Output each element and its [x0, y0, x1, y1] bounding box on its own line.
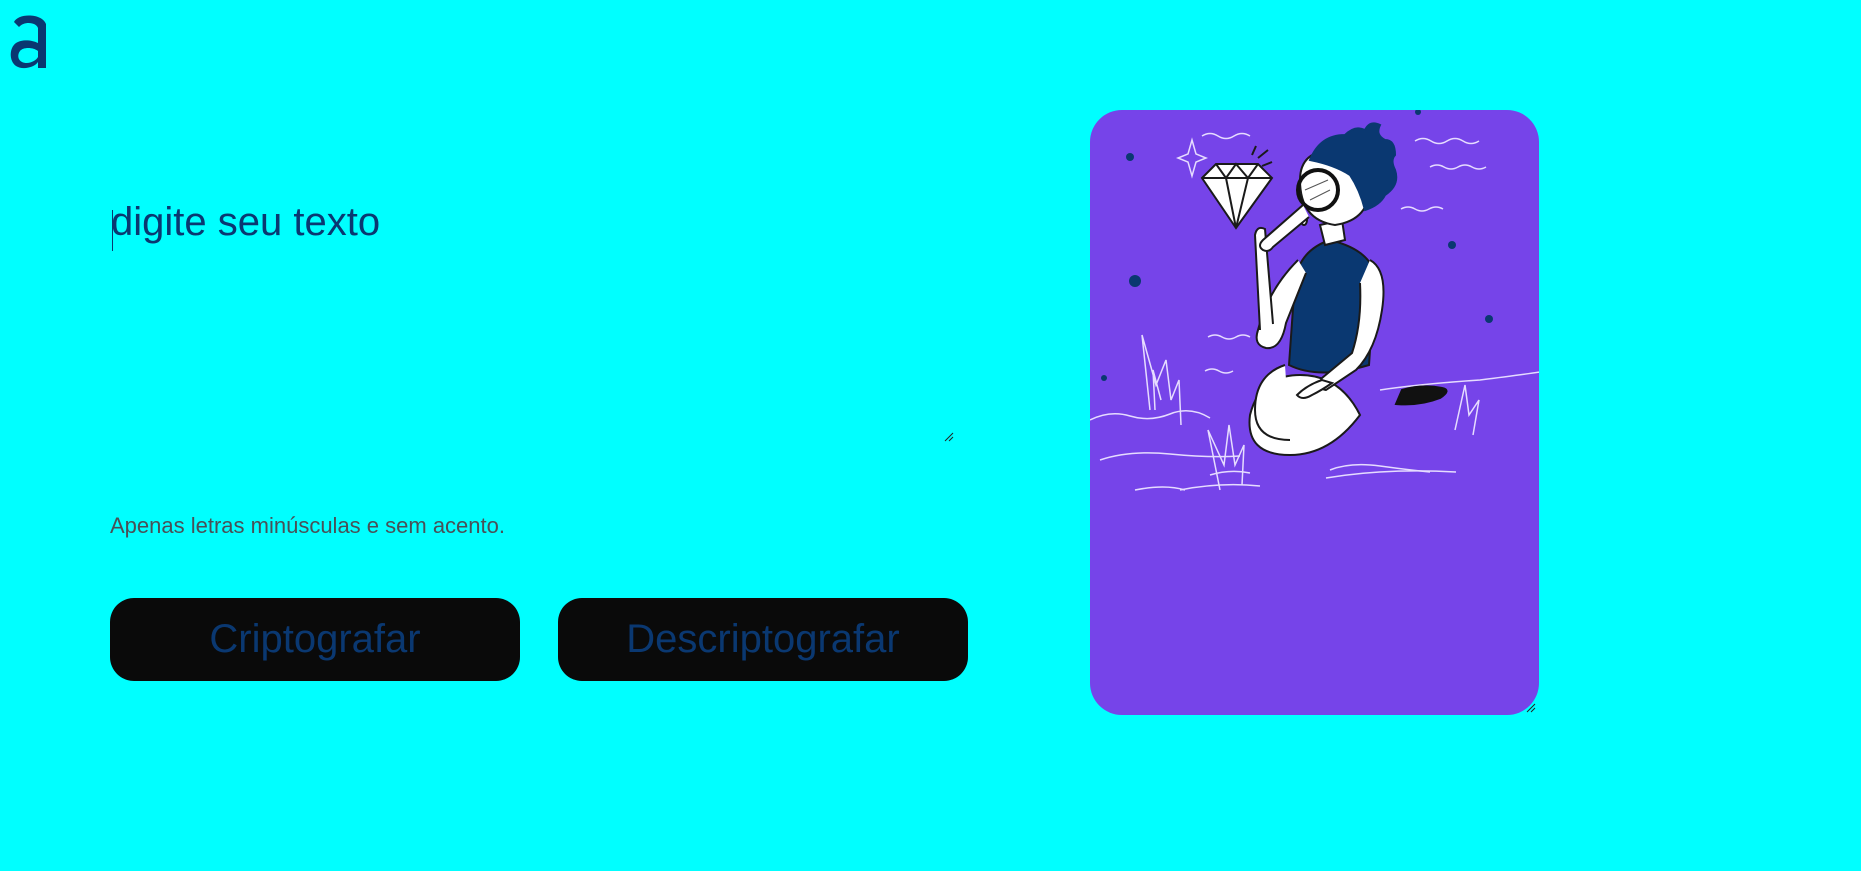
output-panel[interactable] [1090, 110, 1539, 715]
text-caret [112, 210, 113, 251]
app-page: Apenas letras minúsculas e sem acento. C… [0, 0, 1861, 871]
output-resize-handle-icon[interactable] [1526, 703, 1536, 713]
decrypt-button[interactable]: Descriptografar [558, 598, 968, 681]
encrypt-button[interactable]: Criptografar [110, 598, 520, 681]
person-with-magnifier-illustration-icon [1090, 110, 1539, 491]
alura-logo-icon[interactable] [8, 10, 52, 70]
input-resize-handle-icon[interactable] [944, 432, 954, 442]
text-input[interactable] [111, 200, 959, 442]
input-hint: Apenas letras minúsculas e sem acento. [110, 513, 505, 538]
